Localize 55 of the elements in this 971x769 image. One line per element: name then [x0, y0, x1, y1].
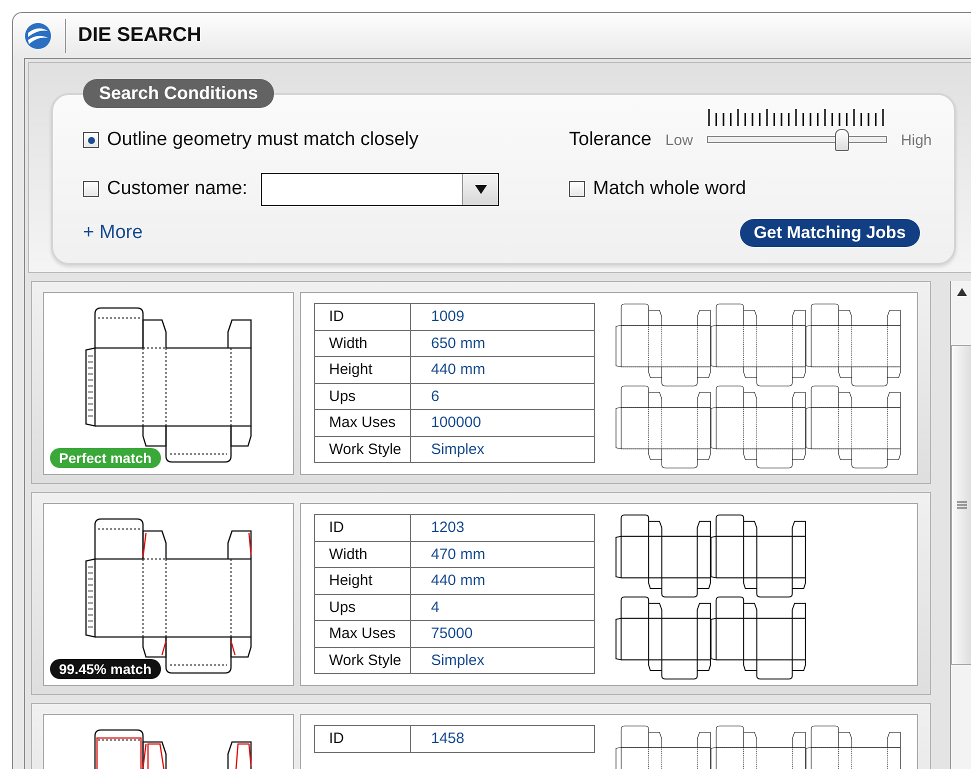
checkbox[interactable]: [569, 181, 585, 197]
field-label: ID: [314, 304, 410, 330]
field-value: 100000: [410, 410, 594, 436]
field-value: 470 mm: [410, 541, 594, 568]
more-link[interactable]: + More: [83, 222, 143, 243]
field-label: Work Style: [314, 436, 410, 462]
field-label: Width: [314, 541, 410, 568]
high-label: High: [900, 132, 932, 148]
result-card[interactable]: 99.45% match ID 1203 Width 470 mm Height 440 mm Ups 4 Max Uses 75000 Work Style Simplex: [31, 492, 931, 695]
field-value: 440 mm: [410, 568, 594, 594]
field-value: 650 mm: [410, 330, 594, 356]
field-value: 1458: [410, 726, 594, 752]
tolerance-slider[interactable]: [706, 109, 887, 153]
field-value: 1009: [410, 304, 594, 330]
get-matching-jobs-button[interactable]: Get Matching Jobs: [740, 219, 920, 247]
field-value: 440 mm: [410, 356, 594, 383]
field-label: Width: [314, 330, 410, 356]
result-card[interactable]: ID 1458: [31, 703, 931, 769]
match-badge: 99.45% match: [50, 659, 161, 679]
tolerance-label: Tolerance: [569, 129, 652, 151]
scrollbar[interactable]: [950, 281, 971, 769]
option-label: Customer name:: [107, 178, 248, 200]
field-label: ID: [314, 726, 410, 752]
checkbox[interactable]: [83, 181, 99, 197]
field-value: 75000: [410, 620, 594, 647]
field-value: 1203: [410, 514, 594, 541]
field-value: Simplex: [410, 647, 594, 674]
swirl-logo-icon: [23, 20, 53, 50]
option-label: Match whole word: [593, 178, 746, 200]
window-title: DIE SEARCH: [78, 24, 202, 47]
result-card[interactable]: Perfect match ID 1009 Width 650 mm Height 440 mm Ups 6 Max Uses 100000 Work Style Simplex: [31, 281, 931, 484]
option-label: Outline geometry must match closely: [107, 129, 419, 151]
field-value: 4: [410, 594, 594, 620]
low-label: Low: [665, 132, 693, 148]
field-label: Work Style: [314, 647, 410, 674]
field-label: Ups: [314, 383, 410, 410]
field-label: Max Uses: [314, 620, 410, 647]
field-label: ID: [314, 514, 410, 541]
field-value: Simplex: [410, 436, 594, 462]
dropdown-button[interactable]: [462, 174, 498, 204]
field-label: Height: [314, 568, 410, 594]
scroll-thumb[interactable]: [951, 345, 971, 665]
field-value: 6: [410, 383, 594, 410]
match-badge: Perfect match: [50, 448, 161, 468]
slider-thumb[interactable]: [834, 129, 849, 151]
customer-name-dropdown[interactable]: [261, 172, 500, 206]
up-arrow-icon: [957, 288, 967, 296]
tick-scale-icon: [706, 109, 887, 129]
caret-icon: [474, 184, 487, 194]
grip-icon: [957, 501, 967, 509]
field-label: Height: [314, 356, 410, 383]
radio-button[interactable]: [83, 132, 99, 148]
field-label: Ups: [314, 594, 410, 620]
field-label: Max Uses: [314, 410, 410, 436]
search-conditions-legend: Search Conditions: [83, 79, 274, 108]
